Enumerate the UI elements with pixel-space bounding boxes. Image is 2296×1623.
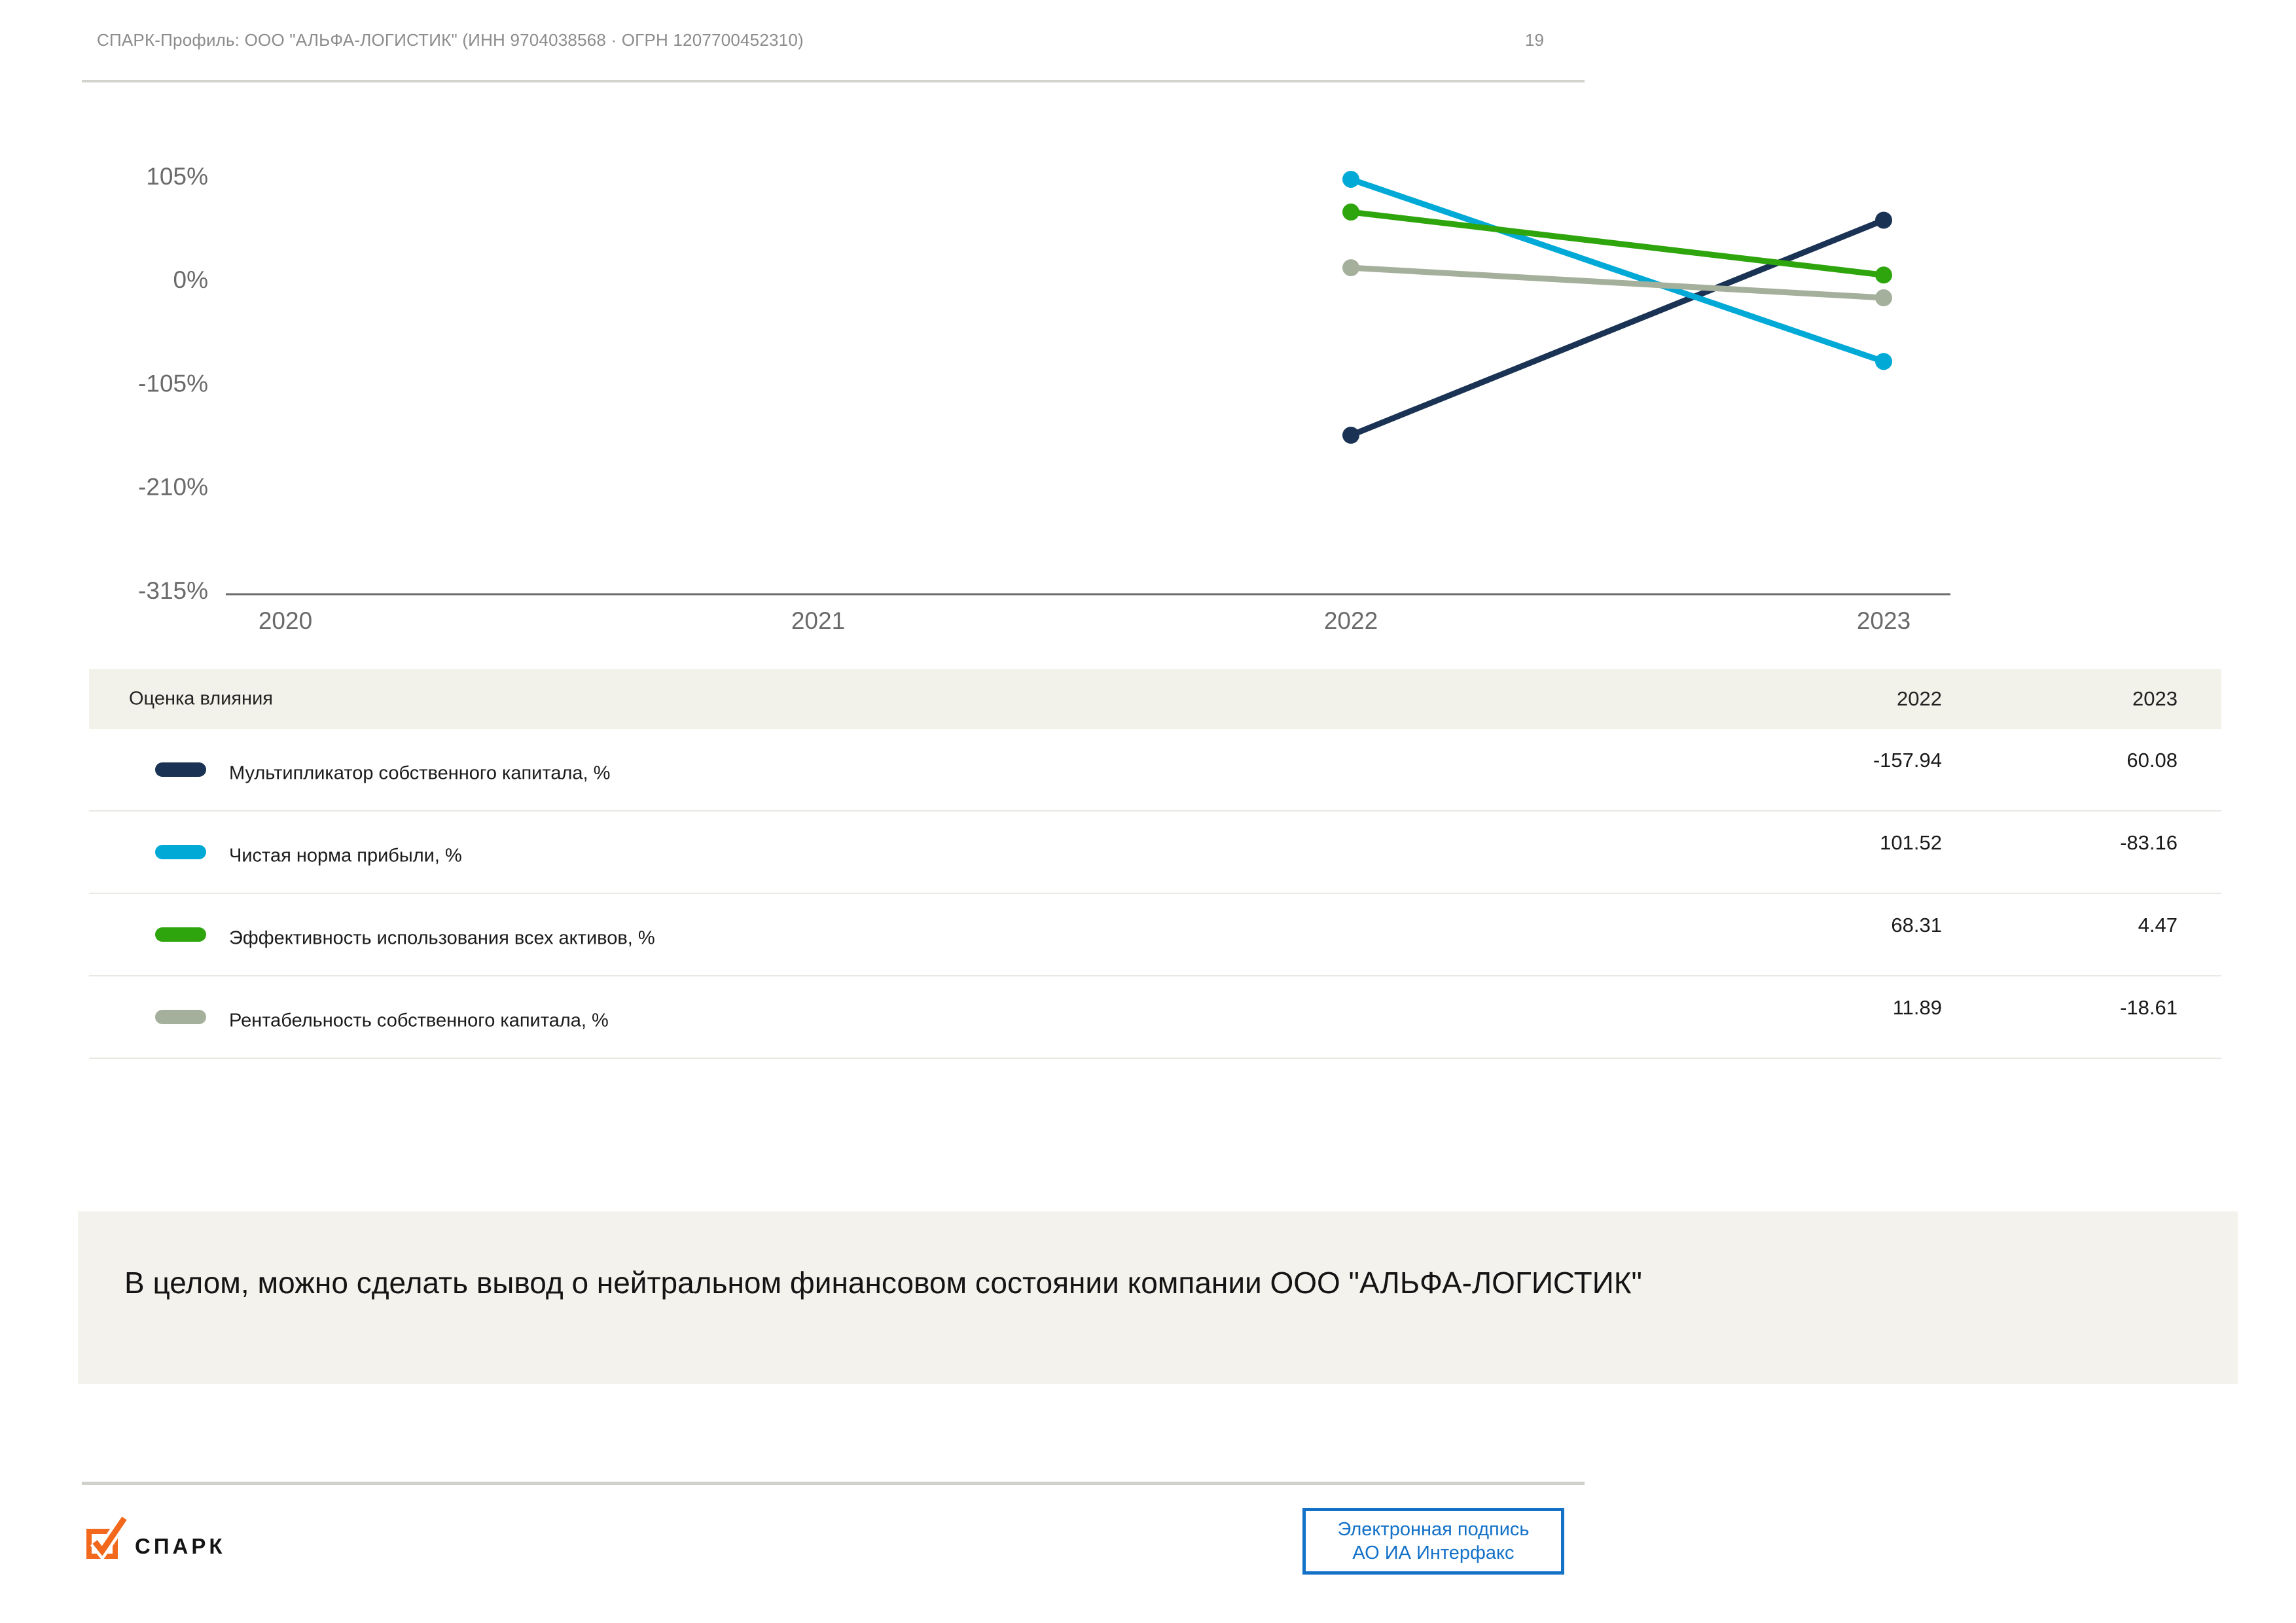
y-axis-tick-label: -105% (138, 370, 208, 397)
metric-value-2022: 11.89 (1893, 996, 1942, 1020)
metric-value-2023: -18.61 (2120, 996, 2178, 1020)
series-color-swatch (155, 927, 206, 942)
series-point (1342, 427, 1359, 444)
table-row: Мультипликатор собственного капитала, % … (89, 729, 2221, 812)
electronic-signature-stamp: Электронная подпись АО ИА Интерфакс (1302, 1508, 1564, 1575)
x-axis-tick-label: 2023 (1857, 607, 1910, 634)
metric-value-2023: 60.08 (2126, 749, 2178, 772)
series-line (1351, 212, 1884, 275)
report-page: { "header": { "title": "СПАРК-Профиль: О… (0, 0, 2296, 1623)
metric-value-2023: -83.16 (2120, 831, 2178, 855)
metric-label: Эффективность использования всех активов… (229, 928, 655, 950)
column-header-2022: 2022 (1897, 687, 1942, 711)
metric-value-2022: 101.52 (1880, 831, 1942, 855)
y-axis-tick-label: 0% (173, 266, 208, 293)
column-header-2023: 2023 (2132, 687, 2178, 711)
signature-line-2: АО ИА Интерфакс (1352, 1541, 1514, 1565)
y-axis-tick-label: 105% (146, 163, 208, 190)
metric-value-2023: 4.47 (2138, 914, 2178, 937)
series-point (1342, 204, 1359, 221)
impact-table-title: Оценка влияния (129, 688, 273, 710)
series-color-swatch (155, 1010, 206, 1024)
series-point (1875, 289, 1892, 306)
x-axis-tick-label: 2021 (791, 607, 845, 634)
table-row: Рентабельность собственного капитала, % … (89, 976, 2221, 1059)
spark-logo-text: СПАРК (135, 1534, 226, 1576)
conclusion-text: В целом, можно сделать вывод о нейтральн… (124, 1266, 1642, 1300)
metric-value-2022: 68.31 (1891, 914, 1942, 937)
series-point (1342, 259, 1359, 276)
spark-checkbox-icon (84, 1510, 130, 1576)
signature-line-1: Электронная подпись (1337, 1518, 1529, 1541)
x-axis-tick-label: 2022 (1324, 607, 1378, 634)
y-axis-tick-label: -210% (138, 474, 208, 501)
spark-logo: СПАРК (84, 1510, 226, 1576)
table-row: Эффективность использования всех активов… (89, 894, 2221, 976)
series-point (1875, 353, 1892, 370)
x-axis-tick-label: 2020 (259, 607, 312, 634)
footer-divider (82, 1482, 1585, 1485)
metric-label: Чистая норма прибыли, % (229, 846, 462, 867)
metric-label: Рентабельность собственного капитала, % (229, 1010, 609, 1032)
series-point (1875, 211, 1892, 228)
table-row: Чистая норма прибыли, % 101.52 -83.16 (89, 812, 2221, 894)
dupont-factors-line-chart: 105% 0% -105% -210% -315% 2020 2021 2022 2023 (0, 0, 2296, 654)
metric-label: Мультипликатор собственного капитала, % (229, 763, 610, 785)
metric-value-2022: -157.94 (1873, 749, 1942, 772)
impact-table: Оценка влияния 2022 2023 Мультипликатор … (89, 669, 2221, 1059)
series-color-swatch (155, 845, 206, 859)
y-axis-tick-label: -315% (138, 577, 208, 604)
impact-table-header: Оценка влияния 2022 2023 (89, 669, 2221, 729)
series-point (1875, 266, 1892, 283)
conclusion-highlight-box: В целом, можно сделать вывод о нейтральн… (78, 1211, 2238, 1384)
series-color-swatch (155, 762, 206, 777)
series-point (1342, 171, 1359, 188)
series-line (1351, 220, 1884, 435)
